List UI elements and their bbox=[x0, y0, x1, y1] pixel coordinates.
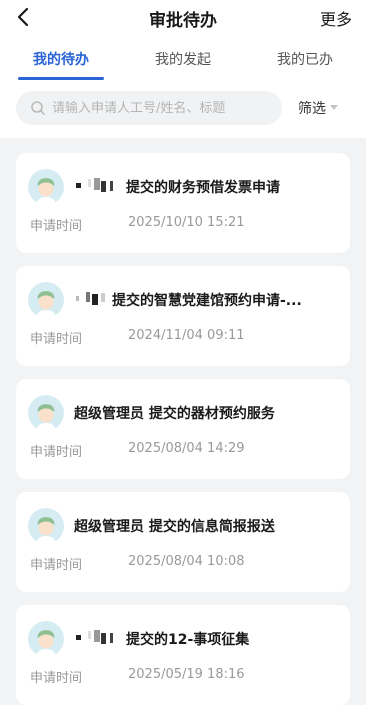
time-value: 2025/05/19 18:16 bbox=[128, 667, 245, 682]
search-bar: 筛选 bbox=[0, 80, 366, 138]
avatar-icon bbox=[28, 508, 64, 544]
time-label: 申请时间 bbox=[30, 445, 83, 460]
item-title: 提交的12-事项征集 bbox=[126, 632, 250, 648]
item-title: 超级管理员 提交的器材预约服务 bbox=[74, 406, 275, 422]
tab-my-pending[interactable]: 我的待办 bbox=[0, 36, 122, 80]
list-item[interactable]: 提交的12-事项征集 申请时间 2025/05/19 18:16 bbox=[16, 605, 350, 705]
more-button[interactable]: 更多 bbox=[320, 6, 352, 30]
redacted-name bbox=[76, 292, 105, 305]
item-title: 提交的财务预借发票申请 bbox=[126, 180, 280, 196]
time-value: 2024/11/04 09:11 bbox=[128, 328, 245, 343]
tab-my-done[interactable]: 我的已办 bbox=[244, 36, 366, 80]
top-bar: 审批待办 更多 bbox=[0, 0, 366, 36]
list-item[interactable]: 超级管理员 提交的信息简报报送 申请时间 2025/08/04 10:08 bbox=[16, 492, 350, 592]
time-value: 2025/08/04 14:29 bbox=[128, 441, 245, 456]
item-title: 提交的智慧党建馆预约申请-... bbox=[112, 293, 302, 309]
redacted-name bbox=[76, 630, 113, 644]
redacted-name bbox=[76, 178, 113, 192]
time-value: 2025/08/04 10:08 bbox=[128, 554, 245, 569]
page-title: 审批待办 bbox=[149, 11, 217, 31]
caret-down-icon bbox=[330, 105, 338, 110]
search-input[interactable] bbox=[52, 100, 272, 116]
avatar-icon bbox=[28, 282, 64, 318]
search-icon bbox=[31, 101, 45, 115]
time-label: 申请时间 bbox=[30, 671, 83, 686]
filter-label: 筛选 bbox=[298, 101, 326, 117]
tab-bar: 我的待办 我的发起 我的已办 bbox=[0, 36, 366, 80]
tab-my-initiated[interactable]: 我的发起 bbox=[122, 36, 244, 80]
filter-button[interactable]: 筛选 bbox=[298, 98, 338, 118]
list-item[interactable]: 提交的财务预借发票申请 申请时间 2025/10/10 15:21 bbox=[16, 153, 350, 253]
list-item[interactable]: 超级管理员 提交的器材预约服务 申请时间 2025/08/04 14:29 bbox=[16, 379, 350, 479]
list-item[interactable]: 提交的智慧党建馆预约申请-... 申请时间 2024/11/04 09:11 bbox=[16, 266, 350, 366]
time-value: 2025/10/10 15:21 bbox=[128, 215, 245, 230]
time-label: 申请时间 bbox=[30, 219, 83, 234]
time-label: 申请时间 bbox=[30, 332, 83, 347]
time-label: 申请时间 bbox=[30, 558, 83, 573]
avatar-icon bbox=[28, 395, 64, 431]
avatar-icon bbox=[28, 169, 64, 205]
search-box[interactable] bbox=[16, 91, 282, 125]
item-title: 超级管理员 提交的信息简报报送 bbox=[74, 519, 275, 535]
avatar-icon bbox=[28, 621, 64, 657]
